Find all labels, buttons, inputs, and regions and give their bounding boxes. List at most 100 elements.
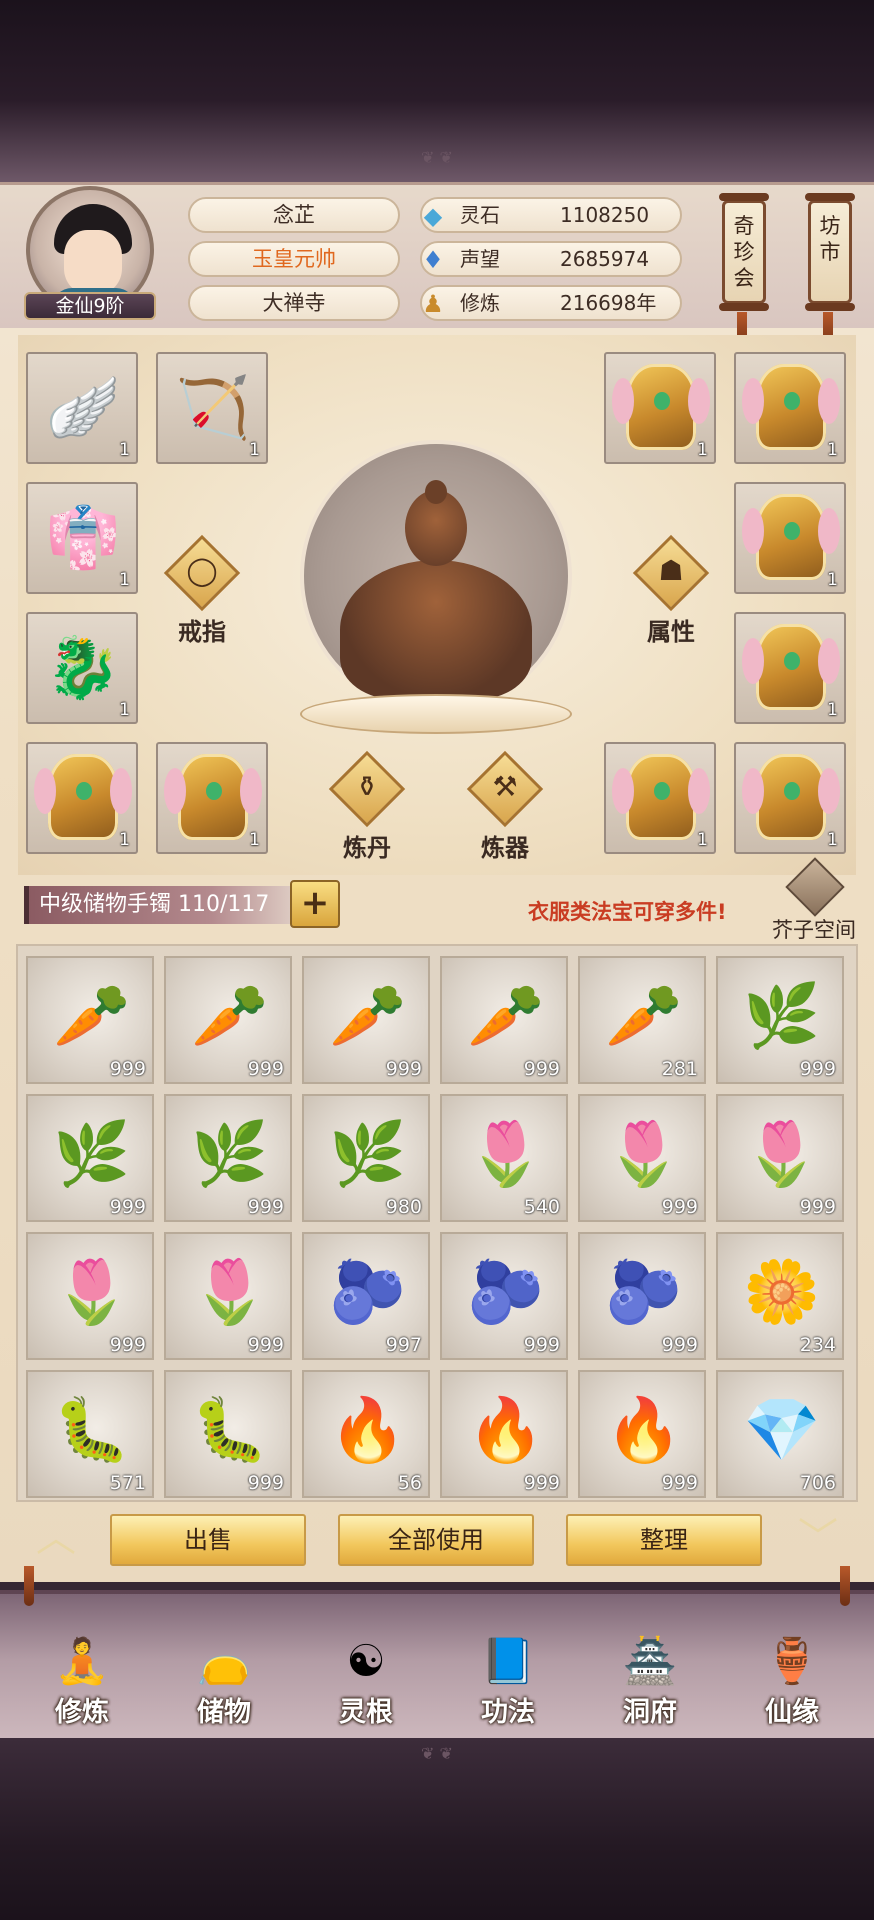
nav-label: 功法: [481, 1697, 535, 1728]
equip-slot-armor[interactable]: 1: [734, 742, 846, 854]
inventory-slot[interactable]: 🔥 999: [440, 1370, 568, 1498]
inventory-slot[interactable]: 🌷 999: [578, 1094, 706, 1222]
use-all-button[interactable]: 全部使用: [338, 1514, 534, 1566]
scroll-down-arrow[interactable]: ﹀: [786, 1518, 850, 1558]
stat-label: 声望: [460, 247, 500, 271]
inventory-slot[interactable]: 🌷 999: [716, 1094, 844, 1222]
stat-label: 修炼: [460, 291, 500, 315]
item-count: 999: [109, 1196, 146, 1218]
pouch-icon: 👝: [196, 1636, 252, 1687]
stat-value: 1108250: [560, 203, 650, 227]
sort-button[interactable]: 整理: [566, 1514, 762, 1566]
equip-slot-armor[interactable]: 1: [734, 482, 846, 594]
equip-slot-armor[interactable]: 1: [734, 612, 846, 724]
equip-slot-armor[interactable]: 1: [156, 742, 268, 854]
bottom-ornament: ❦ ❦: [421, 1744, 453, 1763]
cultivation-icon: ♟: [422, 290, 444, 318]
forge-button[interactable]: ⚒ 炼器: [466, 750, 544, 862]
alchemy-label: 炼丹: [343, 834, 391, 862]
nav-spirit-root[interactable]: ☯ 灵根: [306, 1624, 426, 1736]
equip-slot-armor[interactable]: 1: [26, 742, 138, 854]
ring-icon: ◯: [186, 554, 218, 587]
caterpillar-fungus-icon: 🐛: [53, 1393, 131, 1466]
inventory-slot[interactable]: 🌿 999: [716, 956, 844, 1084]
nav-label: 仙缘: [765, 1697, 819, 1728]
item-count: 999: [661, 1196, 698, 1218]
equip-slot-dragon[interactable]: 🐉 1: [26, 612, 138, 724]
inventory-slot[interactable]: 🥕 999: [440, 956, 568, 1084]
nav-techniques[interactable]: 📘 功法: [448, 1624, 568, 1736]
nav-fate[interactable]: 🏺 仙缘: [732, 1624, 852, 1736]
attributes-icon: ☗: [658, 554, 684, 587]
mustard-space-label: 芥子空间: [772, 918, 856, 942]
inventory-slot[interactable]: 🔥 999: [578, 1370, 706, 1498]
player-sect: 大禅寺: [188, 285, 400, 321]
equip-slot-bow[interactable]: 🏹 1: [156, 352, 268, 464]
golden-armor-icon: [742, 494, 840, 580]
inventory-slot[interactable]: 🐛 571: [26, 1370, 154, 1498]
ring-button[interactable]: ◯ 戒指: [163, 534, 241, 646]
bow-icon: 🏹: [175, 373, 251, 443]
item-count: 540: [523, 1196, 560, 1218]
daisy-flower-icon: 🌼: [743, 1255, 821, 1328]
item-count: 999: [385, 1058, 422, 1080]
storage-bracelet-capacity: 中级储物手镯 110/117: [24, 886, 290, 924]
item-count: 999: [799, 1196, 836, 1218]
item-count: 999: [109, 1058, 146, 1080]
inventory-slot[interactable]: 🌿 980: [302, 1094, 430, 1222]
nav-label: 洞府: [623, 1697, 677, 1728]
item-count: 281: [661, 1058, 698, 1080]
equip-slot-armor[interactable]: 1: [734, 352, 846, 464]
mustard-space-button[interactable]: 芥子空间: [768, 857, 860, 946]
inventory-slot[interactable]: 🌼 234: [716, 1232, 844, 1360]
inventory-slot[interactable]: 🌷 540: [440, 1094, 568, 1222]
inventory-slot[interactable]: 🌿 999: [26, 1094, 154, 1222]
treasure-auction-button[interactable]: 奇珍会: [719, 193, 769, 311]
inventory-slot[interactable]: 🥕 281: [578, 956, 706, 1084]
flower-herb-icon: 🌷: [605, 1117, 683, 1190]
nav-cultivate[interactable]: 🧘 修炼: [22, 1624, 142, 1736]
sell-button[interactable]: 出售: [110, 1514, 306, 1566]
nav-label: 储物: [197, 1697, 251, 1728]
red-robe-icon: 👘: [45, 503, 121, 573]
slot-count: 1: [697, 440, 708, 460]
market-button[interactable]: 坊市: [805, 193, 855, 311]
reputation-icon: ♦: [422, 246, 444, 274]
character-topknot: [425, 480, 447, 504]
inventory-slot[interactable]: 🌷 999: [26, 1232, 154, 1360]
inventory-slot[interactable]: 🌷 999: [164, 1232, 292, 1360]
golden-armor-icon: [742, 754, 840, 840]
inventory-slot[interactable]: 🫐 997: [302, 1232, 430, 1360]
inventory-slot[interactable]: 🫐 999: [440, 1232, 568, 1360]
treasure-auction-label: 奇珍会: [733, 214, 755, 290]
inventory-slot[interactable]: 💎 706: [716, 1370, 844, 1498]
alchemy-button[interactable]: ⚱ 炼丹: [328, 750, 406, 862]
inventory-slot[interactable]: 🥕 999: [26, 956, 154, 1084]
flower-herb-icon: 🌷: [191, 1255, 269, 1328]
inventory-slot[interactable]: 🌿 999: [164, 1094, 292, 1222]
slot-count: 1: [119, 570, 130, 590]
inventory-slot[interactable]: 🥕 999: [302, 956, 430, 1084]
item-count: 999: [523, 1058, 560, 1080]
meditating-monk-icon: 🧘: [54, 1636, 110, 1687]
inventory-grid: 🥕 999 🥕 999 🥕 999 🥕 999 🥕 281 🌿 999 🌿 999 🌿 999 🌿 980 🌷 540…: [16, 944, 858, 1502]
scroll-up-arrow[interactable]: ︿: [24, 1518, 88, 1558]
inventory-slot[interactable]: 🥕 999: [164, 956, 292, 1084]
inventory-slot[interactable]: 🫐 999: [578, 1232, 706, 1360]
golden-armor-icon: [164, 754, 262, 840]
nav-cave-dwelling[interactable]: 🏯 洞府: [590, 1624, 710, 1736]
expand-storage-button[interactable]: +: [290, 880, 340, 928]
attributes-label: 属性: [647, 618, 695, 646]
golden-armor-icon: [34, 754, 132, 840]
caterpillar-fungus-icon: 🐛: [191, 1393, 269, 1466]
inventory-slot[interactable]: 🐛 999: [164, 1370, 292, 1498]
equip-slot-armor[interactable]: 1: [604, 352, 716, 464]
attributes-button[interactable]: ☗ 属性: [632, 534, 710, 646]
nav-storage[interactable]: 👝 储物: [164, 1624, 284, 1736]
golden-armor-icon: [612, 364, 710, 450]
stat-label: 灵石: [460, 203, 500, 227]
inventory-slot[interactable]: 🔥 56: [302, 1370, 430, 1498]
equip-slot-wings[interactable]: 🪽 1: [26, 352, 138, 464]
equip-slot-armor[interactable]: 1: [604, 742, 716, 854]
equip-slot-robe[interactable]: 👘 1: [26, 482, 138, 594]
